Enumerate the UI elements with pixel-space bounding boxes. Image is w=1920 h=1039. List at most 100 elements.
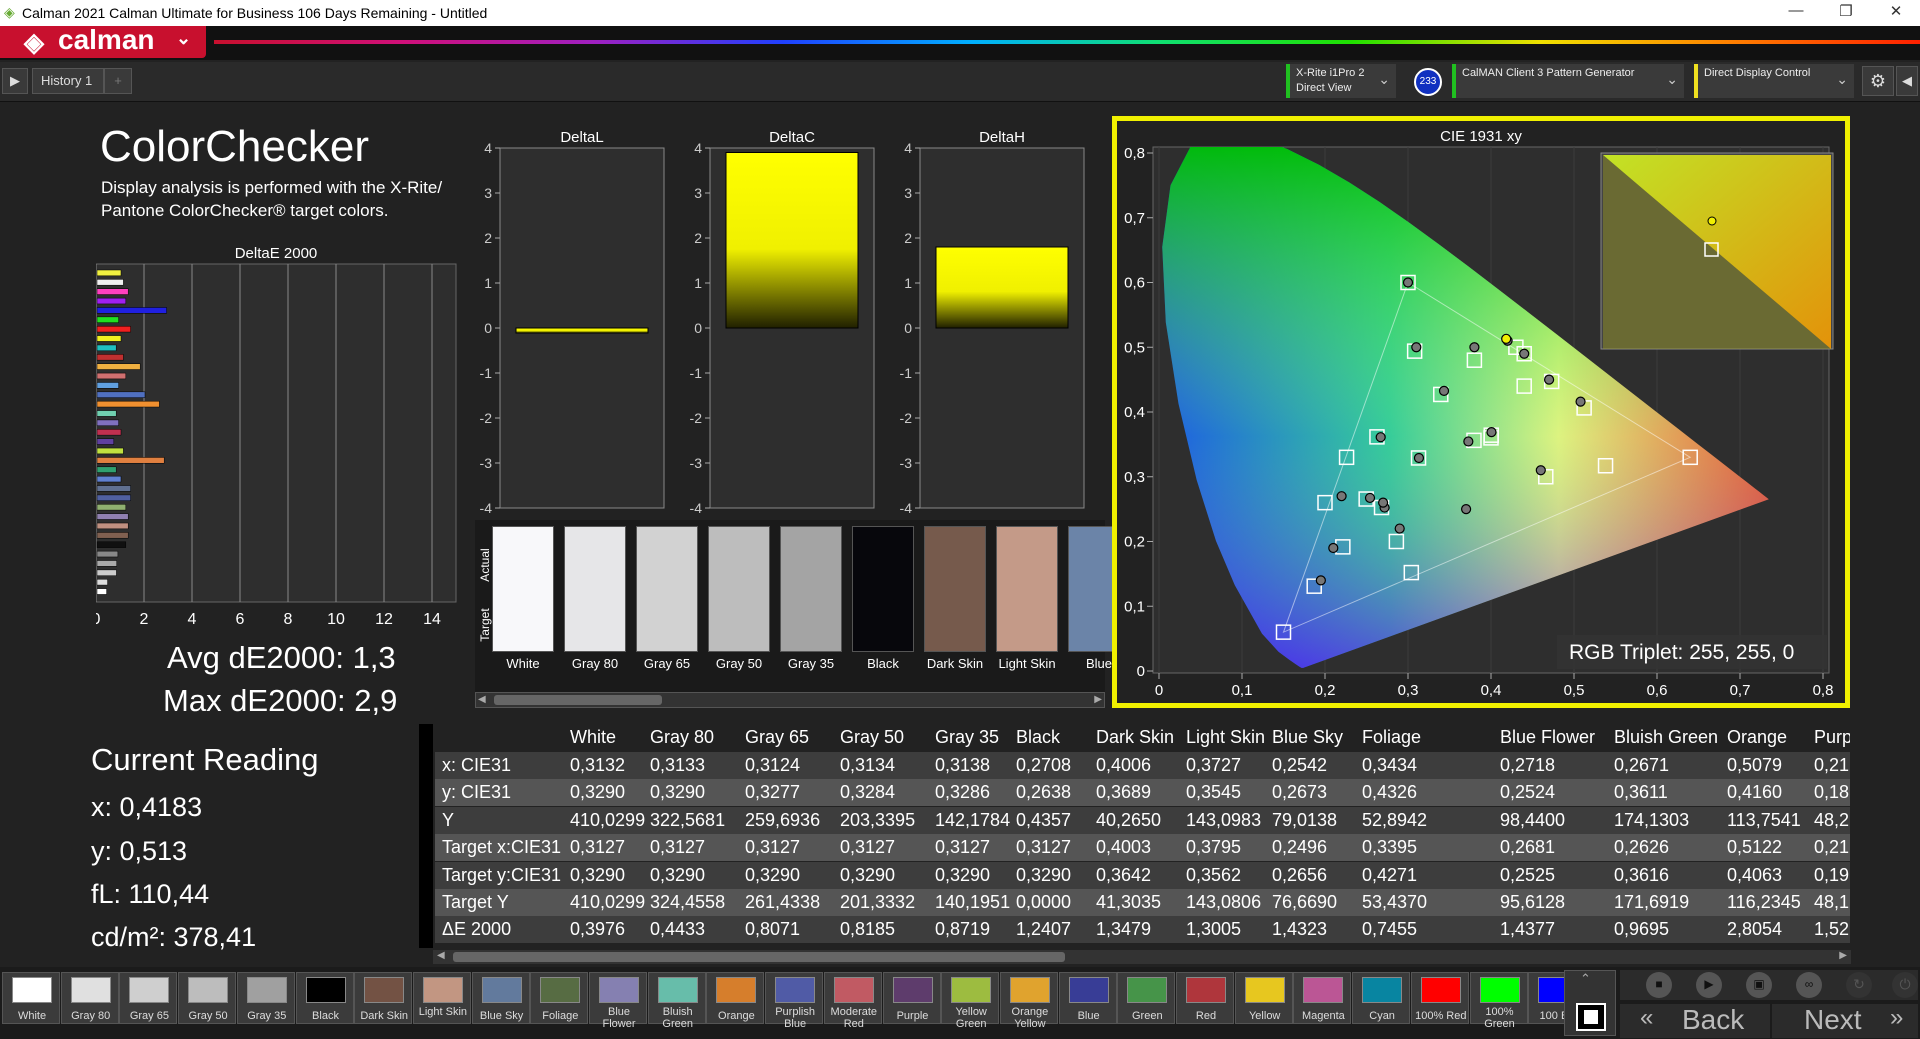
table-cell: 116,2345 [1727,892,1801,912]
swatch-color [775,977,816,1003]
swatch-button[interactable]: Bluish Green [647,972,706,1030]
meter-badge[interactable]: 233 [1414,68,1442,96]
scrollbar-thumb[interactable] [453,952,1065,962]
swatch-label: Bluish Green [662,1006,693,1030]
swatch-button[interactable]: White [2,972,60,1024]
swatch-button[interactable]: Cyan [1352,972,1411,1024]
stop-icon[interactable]: ■ [1646,972,1672,998]
table-cell: 201,3332 [840,892,916,912]
patch-label: Dark Skin [926,656,984,671]
swatch-button[interactable]: Blue Sky [471,972,530,1024]
swatch-button[interactable]: Magenta [1293,972,1352,1024]
swatch-button[interactable]: Light Skin [412,972,471,1024]
table-row-label: y: CIE31 [442,782,512,803]
swatch-button[interactable]: Blue Flower [589,972,647,1030]
next-button[interactable]: Next » [1772,1004,1918,1038]
tab-history-1[interactable]: History 1 [32,68,104,94]
chevron-up-icon[interactable]: ⌃ [1580,971,1591,987]
swatch-button[interactable]: Gray 80 [60,972,119,1024]
swatch-button[interactable]: 100% Red [1410,972,1469,1024]
table-cell: 0,7455 [1362,919,1418,940]
swatch-button[interactable]: 100 Blu [1528,972,1569,1024]
pattern-generator-selector[interactable]: CalMAN Client 3 Pattern Generator ⌄ [1452,64,1684,98]
single-step-icon[interactable]: ▣ [1746,972,1772,998]
scroll-right-icon[interactable]: ▶ [1094,694,1102,705]
patch-label: Gray 50 [715,656,763,671]
delta-ytick: 2 [694,230,702,246]
table-row: ΔE 2000 0,3976 0,4433 0,8071 0,8185 0,8719 1,2… [435,916,1850,944]
play-icon[interactable]: ▶ [2,68,28,94]
delta-ytick: -4 [900,500,913,516]
table-cell: 0,3127 [840,837,896,858]
cie-measured-point [1535,465,1546,476]
deltae-xtick: 12 [375,611,393,628]
swatch-button[interactable]: Purple [882,972,941,1024]
back-button[interactable]: « Back [1620,1004,1770,1038]
patch-label: Gray 65 [643,656,691,671]
table-cell: 0,3290 [840,864,896,885]
current-x: x: 0,4183 [91,792,203,822]
loop-icon[interactable]: ∞ [1796,972,1822,998]
gear-icon[interactable]: ⚙ [1862,66,1894,96]
deltae-bar [96,475,122,483]
delta-ytick: 3 [694,185,702,201]
table-cell: 322,5681 [650,809,726,830]
swatch-button[interactable]: Gray 50 [178,972,237,1024]
swatch-label: Orange [718,1010,755,1022]
table-cell: 0,2673 [1272,782,1328,803]
swatch-button[interactable]: Purplish Blue [765,972,824,1030]
swatch-button[interactable]: Orange [706,972,765,1024]
collapse-panel-icon[interactable]: ◀ [1896,66,1918,96]
scrollbar-thumb[interactable] [494,695,662,705]
table-cell: 0,4326 [1362,782,1418,803]
swatch-button[interactable]: Foliage [530,972,589,1024]
swatch-button[interactable]: Yellow [1234,972,1293,1024]
restore-icon[interactable]: ❐ [1826,2,1866,20]
scroll-left-icon[interactable]: ◀ [478,694,486,705]
page-title: ColorChecker [100,122,369,171]
scroll-right-icon[interactable]: ▶ [1839,950,1847,961]
power-icon[interactable]: ⏻ [1892,972,1918,998]
minimize-icon[interactable]: — [1776,2,1816,19]
swatch-label: Purple [896,1010,929,1022]
deltae-bar [96,588,107,595]
table-column-header: Purp [1814,727,1850,747]
scroll-left-icon[interactable]: ◀ [437,950,445,961]
deltae-bar [96,513,129,520]
swatch-button[interactable]: Dark Skin [354,972,413,1024]
delta-ytick: 4 [694,140,702,156]
swatch-button[interactable]: Moderate Red [823,972,882,1030]
display-control-selector[interactable]: Direct Display Control ⌄ [1694,64,1854,98]
swatch-button[interactable]: 100% Green [1469,972,1528,1030]
add-tab-button[interactable]: + [104,68,132,94]
current-fl: fL: 110,44 [91,879,210,909]
patch-scrollbar[interactable]: ◀ ▶ [475,692,1105,708]
swatch-button[interactable]: Gray 35 [236,972,295,1024]
table-scrollbar[interactable]: ◀ ▶ [433,950,1851,964]
cie-measured-point [1463,436,1474,447]
cie-measured-point [1486,427,1497,438]
swatch-button[interactable]: Gray 65 [119,972,178,1024]
meter-selector[interactable]: X-Rite i1Pro 2 Direct View ⌄ [1286,64,1396,98]
cie-measured-point [1336,491,1347,502]
swatch-color [481,977,522,1003]
close-icon[interactable]: ✕ [1876,2,1916,20]
table-cell: 0,3562 [1186,864,1242,885]
inset-measured-point [1707,216,1717,226]
table-cell: 0,3286 [935,782,991,803]
stop-pattern-button[interactable] [1576,1003,1606,1031]
deltae-xtick: 8 [284,611,293,628]
calman-menu-button[interactable]: ◈ calman ⌄ [0,24,206,58]
swatch-button[interactable]: Yellow Green [941,972,1000,1030]
table-row: Target y:CIE31 0,3290 0,3290 0,3290 0,3290 0,… [435,861,1850,889]
swatch-button[interactable]: Red [1176,972,1234,1024]
refresh-icon[interactable]: ↻ [1846,972,1872,998]
swatch-button[interactable]: Black [295,972,354,1024]
swatch-button[interactable]: Blue [1058,972,1117,1024]
swatch-button[interactable]: Green [1117,972,1176,1024]
swatch-button[interactable]: Orange Yellow [999,972,1058,1030]
table-cell: 76,6690 [1272,892,1338,912]
cie-ytick: 0,3 [1124,469,1145,486]
table-cell: 0,3284 [840,782,896,803]
play-icon[interactable]: ▶ [1696,972,1722,998]
